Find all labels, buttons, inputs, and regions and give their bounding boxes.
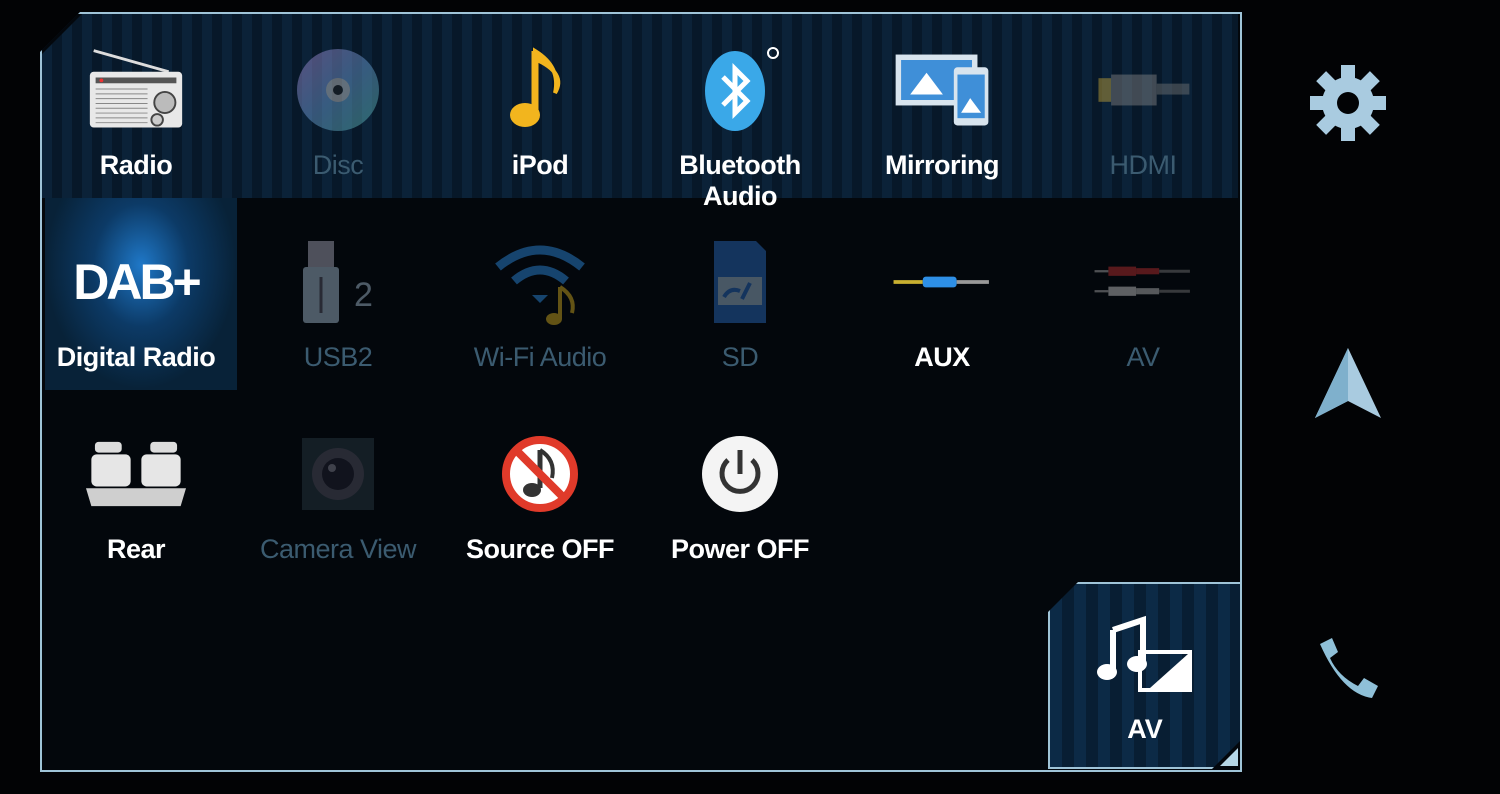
source-label: SD [721, 342, 759, 372]
gear-icon [1310, 65, 1386, 141]
source-disc[interactable]: Disc [238, 40, 438, 220]
power-icon [690, 424, 790, 524]
source-hdmi[interactable]: HDMI [1043, 40, 1243, 220]
disc-icon [288, 40, 388, 140]
phone-icon [1320, 638, 1378, 698]
av-source-icon [1095, 612, 1195, 702]
source-ipod[interactable]: iPod [440, 40, 640, 220]
phone-button[interactable] [1300, 622, 1396, 718]
music-note-icon [490, 40, 590, 140]
dab-plus-icon: DAB+ [73, 232, 202, 332]
dab-plus-logo-text: DAB+ [73, 254, 202, 310]
source-label: Wi-Fi Audio [473, 342, 607, 372]
radio-icon [86, 40, 186, 140]
source-power-off[interactable]: Power OFF [640, 424, 840, 604]
source-aux[interactable]: AUX [842, 232, 1042, 412]
av-button-label: AV [1127, 714, 1163, 744]
aux-cable-icon [892, 232, 992, 332]
source-sd[interactable]: SD [640, 232, 840, 412]
source-av[interactable]: AV [1043, 232, 1243, 412]
source-label: USB2 [303, 342, 373, 372]
source-bluetooth-audio[interactable]: Bluetooth Audio [640, 40, 840, 220]
source-label: Rear [106, 534, 166, 564]
hdmi-icon [1093, 40, 1193, 140]
bluetooth-icon [690, 40, 790, 140]
source-label: Disc [312, 150, 364, 180]
navigation-arrow-icon [1315, 348, 1381, 418]
source-wi-fi-audio[interactable]: Wi-Fi Audio [440, 232, 640, 412]
source-label: Mirroring [885, 150, 1000, 180]
source-rear[interactable]: Rear [36, 424, 236, 604]
resize-corner [1220, 748, 1238, 766]
source-mirroring[interactable]: Mirroring [842, 40, 1042, 220]
source-label: Source OFF [465, 534, 615, 564]
source-label: Bluetooth Audio [679, 150, 801, 211]
usb-icon: 2 [288, 232, 388, 332]
wifi-audio-icon [490, 232, 590, 332]
source-label: Digital Radio [56, 342, 216, 372]
rca-cable-icon [1093, 232, 1193, 332]
sd-card-icon [690, 232, 790, 332]
camera-icon [288, 424, 388, 524]
source-source-off[interactable]: Source OFF [440, 424, 640, 604]
av-button[interactable]: AV [1048, 582, 1242, 769]
usb-number: 2 [354, 276, 373, 314]
source-label: Power OFF [670, 534, 810, 564]
source-label: AV [1126, 342, 1160, 372]
source-camera-view[interactable]: Camera View [238, 424, 438, 604]
source-label: Camera View [259, 534, 417, 564]
source-radio[interactable]: Radio [36, 40, 236, 220]
settings-button[interactable] [1300, 55, 1396, 151]
source-label: Radio [99, 150, 173, 180]
source-label: iPod [511, 150, 569, 180]
navigation-button[interactable] [1300, 335, 1396, 431]
mirroring-icon [892, 40, 992, 140]
source-digital-radio[interactable]: DAB+ Digital Radio [36, 232, 236, 412]
source-usb2[interactable]: 2 USB2 [238, 232, 438, 412]
rear-seats-icon [86, 424, 186, 524]
source-off-icon [490, 424, 590, 524]
source-label: AUX [914, 342, 970, 372]
source-label: HDMI [1109, 150, 1178, 180]
